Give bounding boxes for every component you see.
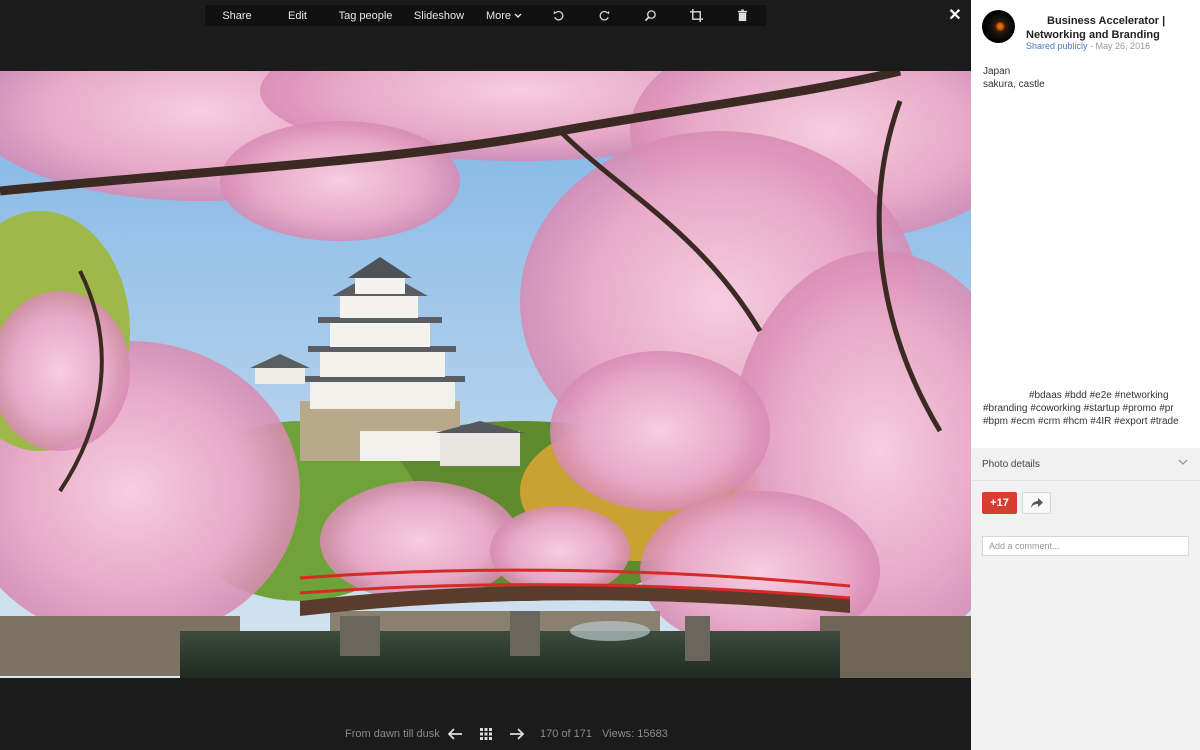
- post-description: Japan sakura, castle: [983, 65, 1045, 91]
- tag-people-button[interactable]: Tag people: [326, 5, 405, 26]
- album-navigation-bar: From dawn till dusk 170 of 171 Views: 15…: [0, 720, 971, 748]
- grid-view-icon[interactable]: [476, 725, 496, 743]
- zoom-icon[interactable]: [627, 5, 673, 26]
- close-icon[interactable]: ✕: [946, 6, 964, 24]
- share-button[interactable]: [1022, 492, 1051, 514]
- author-name-line2: Networking and Branding: [1026, 29, 1160, 41]
- chevron-down-icon: [1178, 457, 1188, 469]
- comment-input[interactable]: [982, 536, 1189, 556]
- visibility-link[interactable]: Shared publicly: [1026, 41, 1088, 51]
- crop-icon[interactable]: [673, 5, 719, 26]
- photo-details-label: Photo details: [982, 459, 1040, 470]
- more-button[interactable]: More: [473, 5, 535, 26]
- post-meta: Shared publicly - May 26, 2016: [1026, 41, 1150, 51]
- view-count: Views: 15683: [602, 728, 668, 740]
- share-button[interactable]: Share: [205, 5, 269, 26]
- hashtag-line[interactable]: #bpm #ecm #crm #hcm #4IR #export #trade: [983, 415, 1193, 428]
- author-name[interactable]: Business Accelerator | Networking and Br…: [1026, 14, 1196, 42]
- chevron-down-icon: [514, 13, 522, 19]
- share-arrow-icon: [1030, 498, 1043, 508]
- previous-arrow-icon[interactable]: [445, 725, 465, 743]
- rotate-left-icon[interactable]: [535, 5, 581, 26]
- avatar[interactable]: [982, 10, 1015, 43]
- photo-viewer: Share Edit Tag people Slideshow More ✕ F…: [0, 0, 971, 750]
- description-line: Japan: [983, 66, 1011, 77]
- edit-button[interactable]: Edit: [269, 5, 326, 26]
- hashtag-line[interactable]: #branding #coworking #startup #promo #pr: [983, 402, 1193, 415]
- photo-viewer-app: Share Edit Tag people Slideshow More ✕ F…: [0, 0, 1200, 750]
- rotate-right-icon[interactable]: [581, 5, 627, 26]
- author-name-line1: Business Accelerator |: [1047, 15, 1166, 27]
- photo-details-toggle[interactable]: Photo details: [971, 448, 1200, 481]
- plus-one-button[interactable]: +17: [982, 492, 1017, 514]
- hashtag-line[interactable]: #bdaas #bdd #e2e #networking: [983, 389, 1193, 402]
- photo-position: 170 of 171: [540, 728, 592, 740]
- post-date[interactable]: May 26, 2016: [1096, 41, 1151, 51]
- more-label: More: [485, 9, 512, 22]
- post-hashtags: #bdaas #bdd #e2e #networking #branding #…: [983, 389, 1193, 428]
- meta-separator: -: [1087, 41, 1096, 51]
- viewer-toolbar: Share Edit Tag people Slideshow More: [205, 5, 766, 26]
- main-photo: [0, 71, 971, 678]
- next-arrow-icon[interactable]: [507, 725, 527, 743]
- post-sidebar: Business Accelerator | Networking and Br…: [971, 0, 1200, 750]
- post-info-panel: Business Accelerator | Networking and Br…: [971, 0, 1200, 448]
- description-line: sakura, castle: [983, 79, 1045, 90]
- album-title[interactable]: From dawn till dusk: [345, 728, 440, 740]
- trash-icon[interactable]: [719, 5, 765, 26]
- slideshow-button[interactable]: Slideshow: [405, 5, 473, 26]
